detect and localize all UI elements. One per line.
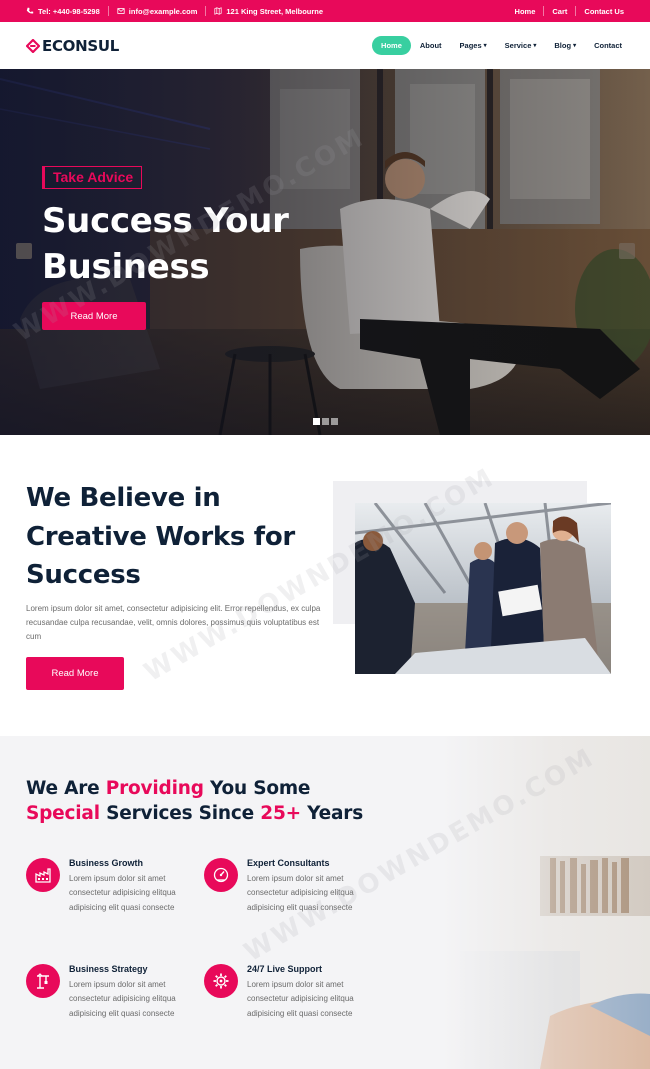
chevron-down-icon: ▾ bbox=[533, 43, 537, 49]
divider bbox=[543, 6, 545, 16]
slider-dot-3[interactable] bbox=[331, 418, 338, 425]
team-meeting-photo bbox=[355, 503, 611, 674]
service-title: Business Growth bbox=[69, 858, 144, 868]
topbar-email-text: info@example.com bbox=[128, 6, 198, 16]
nav-pages[interactable]: Pages ▾ bbox=[451, 36, 496, 55]
hero-title: Success Your Business bbox=[42, 201, 289, 287]
about-text: Lorem ipsum dolor sit amet, consectetur … bbox=[26, 604, 321, 641]
service-description: Lorem ipsum dolor sit amet consectetur a… bbox=[69, 980, 176, 1018]
nav-label: Home bbox=[381, 41, 402, 50]
divider bbox=[205, 6, 207, 16]
nav-label: About bbox=[419, 41, 442, 50]
service-title: 24/7 Live Support bbox=[247, 964, 323, 974]
hero-slider: Take Advice Success Your Business Read M… bbox=[0, 69, 650, 435]
hero-tag: Take Advice bbox=[42, 166, 143, 189]
nav-label: Contact bbox=[594, 41, 622, 50]
slider-prev-arrow[interactable] bbox=[16, 243, 32, 259]
topbar-address: 121 King Street, Melbourne bbox=[214, 7, 323, 16]
chevron-down-icon: ▾ bbox=[483, 43, 487, 49]
main-nav: Home About Pages ▾ Service ▾ Blog ▾ Contact bbox=[372, 36, 624, 55]
heading-part: Services Since bbox=[99, 803, 261, 824]
topbar-email[interactable]: info@example.com bbox=[117, 6, 198, 16]
factory-icon bbox=[26, 858, 60, 892]
nav-contact[interactable]: Contact bbox=[585, 36, 624, 55]
nav-home[interactable]: Home bbox=[372, 36, 411, 55]
topbar-phone[interactable]: Tel: +440-98-5298 bbox=[26, 7, 100, 16]
slider-dot-1[interactable] bbox=[313, 418, 320, 425]
topbar-link-home[interactable]: Home bbox=[515, 7, 536, 16]
service-description: Lorem ipsum dolor sit amet consectetur a… bbox=[247, 874, 354, 912]
topbar-link-cart[interactable]: Cart bbox=[552, 7, 567, 16]
gear-support-icon bbox=[204, 964, 238, 998]
service-description: Lorem ipsum dolor sit amet consectetur a… bbox=[69, 874, 176, 912]
mail-icon bbox=[117, 8, 125, 14]
nav-label: Blog bbox=[554, 41, 572, 50]
topbar-address-text: 121 King Street, Melbourne bbox=[226, 6, 324, 16]
topbar-links: Home Cart Contact Us bbox=[515, 6, 624, 16]
divider bbox=[575, 6, 577, 16]
site-header: ECONSUL Home About Pages ▾ Service ▾ Blog ▾… bbox=[0, 22, 650, 69]
nav-label: Pages bbox=[459, 41, 482, 50]
chevron-down-icon: ▾ bbox=[573, 43, 577, 49]
logo-text: ECONSUL bbox=[42, 36, 120, 55]
map-icon bbox=[214, 7, 222, 15]
heading-part: We Are bbox=[26, 778, 106, 799]
about-read-more-button[interactable]: Read More bbox=[26, 657, 124, 690]
slider-next-arrow[interactable] bbox=[619, 243, 635, 259]
divider bbox=[107, 6, 109, 16]
top-bar: Tel: +440-98-5298 info@example.com 121 K… bbox=[0, 0, 650, 22]
slider-dots bbox=[313, 418, 338, 425]
logo[interactable]: ECONSUL bbox=[26, 37, 119, 55]
team-meeting-image bbox=[355, 503, 611, 674]
service-title: Business Strategy bbox=[69, 964, 148, 974]
service-description: Lorem ipsum dolor sit amet consectetur a… bbox=[247, 980, 354, 1018]
slider-dot-2[interactable] bbox=[322, 418, 329, 425]
phone-icon bbox=[26, 7, 34, 14]
heading-highlight: Special bbox=[26, 803, 100, 824]
heading-part: You Some bbox=[203, 778, 311, 799]
topbar-link-contact[interactable]: Contact Us bbox=[584, 7, 624, 16]
gauge-icon bbox=[204, 858, 238, 892]
laptop-office-image bbox=[440, 736, 650, 1069]
nav-service[interactable]: Service ▾ bbox=[496, 36, 546, 55]
heading-highlight: 25+ bbox=[260, 803, 301, 824]
service-title: Expert Consultants bbox=[247, 858, 330, 868]
hero-read-more-button[interactable]: Read More bbox=[42, 302, 146, 330]
nav-label: Service bbox=[504, 41, 532, 50]
logo-icon bbox=[26, 38, 40, 53]
nav-blog[interactable]: Blog ▾ bbox=[545, 36, 585, 55]
heading-part: Years bbox=[300, 803, 364, 824]
heading-highlight: Providing bbox=[105, 778, 204, 799]
topbar-phone-text: Tel: +440-98-5298 bbox=[38, 6, 100, 16]
services-heading: We Are Providing You Some Special Service… bbox=[26, 776, 386, 826]
about-title: We Believe in Creative Works for Success bbox=[26, 483, 295, 590]
crane-icon bbox=[26, 964, 60, 998]
nav-about[interactable]: About bbox=[411, 36, 451, 55]
